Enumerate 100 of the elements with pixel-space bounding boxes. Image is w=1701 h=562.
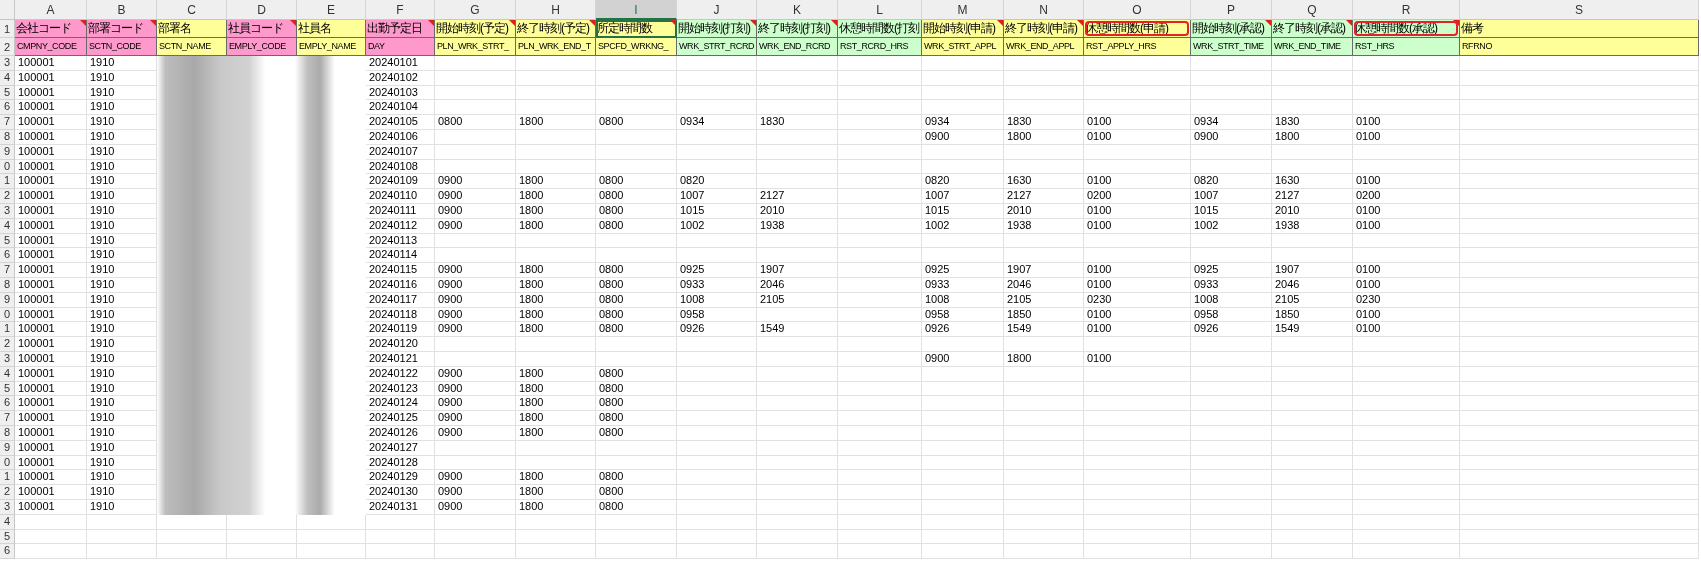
row-number[interactable]: 2 [0,189,15,204]
table-cell: 1800 [1272,130,1353,145]
column-letter[interactable]: S [1460,0,1699,20]
table-cell: 0800 [596,396,677,412]
table-cell: 0900 [435,425,516,441]
row-number[interactable]: 1 [0,322,15,338]
row-number[interactable]: 7 [0,263,15,278]
column-letter[interactable]: G [435,0,516,20]
column-letter[interactable]: I [596,0,677,20]
row-number[interactable]: 6 [0,544,15,560]
table-cell: 1800 [516,425,596,441]
table-cell: 1630 [1272,174,1353,190]
row-number[interactable]: 2 [0,485,15,500]
table-cell: 0800 [596,203,677,219]
table-cell: 0934 [922,115,1004,130]
column-header: 終了時刻(打刻) [757,20,838,38]
table-cell: 0900 [435,322,516,338]
row-number[interactable]: 7 [0,411,15,426]
table-cell: 100001 [15,366,87,382]
table-cell: 0800 [596,470,677,486]
column-letter[interactable]: R [1353,0,1460,20]
table-cell: 0800 [596,263,677,278]
column-letter[interactable]: H [516,0,596,20]
table-cell: 100001 [15,307,87,323]
table-cell: 0800 [596,425,677,441]
row-number[interactable]: 7 [0,115,15,130]
column-header: 休憩時間数(打刻 [838,20,922,38]
table-cell: 20240118 [366,307,435,323]
table-cell: 1800 [516,470,596,486]
column-letter[interactable]: P [1191,0,1272,20]
empty-cell [366,514,435,530]
table-cell: 1830 [757,115,838,130]
table-cell: 1907 [1004,263,1084,278]
empty-cell [87,544,157,560]
empty-cell [297,529,366,545]
table-cell: 1800 [516,203,596,219]
column-letter[interactable]: D [227,0,297,20]
table-cell: 2127 [1272,189,1353,204]
table-cell: 100001 [15,159,87,175]
table-cell: 1907 [1272,263,1353,278]
column-header: 終了時刻(申請) [1004,20,1084,38]
table-cell: 100001 [15,203,87,219]
row-number[interactable]: 3 [0,56,15,71]
row-number[interactable]: 6 [0,396,15,412]
row-number[interactable]: 2 [0,337,15,352]
field-name-cell: EMPLY_NAME [297,38,366,56]
select-all-corner[interactable] [0,0,15,20]
table-cell: 0800 [596,499,677,515]
column-letter[interactable]: F [366,0,435,20]
empty-cell [366,529,435,545]
column-letter[interactable]: J [677,0,757,20]
table-cell: 1015 [677,203,757,219]
table-cell: 0900 [435,203,516,219]
table-cell: 20240131 [366,499,435,515]
field-name-cell: PLN_WRK_STRT_ [435,38,516,56]
table-cell: 20240101 [366,56,435,71]
table-cell: 0100 [1353,218,1460,234]
table-cell: 100001 [15,351,87,367]
row-number[interactable]: 1 [0,470,15,486]
column-letter[interactable]: L [838,0,922,20]
table-cell: 1800 [516,218,596,234]
row-number[interactable]: 6 [0,100,15,116]
table-cell: 0100 [1084,277,1191,293]
table-cell: 1800 [516,381,596,397]
table-cell: 100001 [15,470,87,486]
table-cell: 20240129 [366,470,435,486]
table-cell: 1800 [516,322,596,338]
row-number[interactable]: 2 [0,38,15,56]
table-cell: 1938 [1272,218,1353,234]
column-letter[interactable]: E [297,0,366,20]
table-cell: 0900 [435,499,516,515]
table-cell: 0900 [435,366,516,382]
column-letter[interactable]: N [1004,0,1084,20]
column-letter[interactable]: Q [1272,0,1353,20]
column-header: 所定時間数 [596,20,677,38]
table-cell: 0925 [677,263,757,278]
column-letter[interactable]: M [922,0,1004,20]
column-letter[interactable]: K [757,0,838,20]
table-cell: 20240107 [366,144,435,160]
column-letter[interactable]: A [15,0,87,20]
table-cell: 1800 [516,499,596,515]
row-number[interactable]: 1 [0,174,15,190]
table-cell: 20240114 [366,248,435,264]
column-letter[interactable]: O [1084,0,1191,20]
table-cell: 20240128 [366,455,435,471]
table-cell: 0820 [922,174,1004,190]
column-letter[interactable]: C [157,0,227,20]
table-cell: 0100 [1084,174,1191,190]
table-cell: 0100 [1084,115,1191,130]
table-cell: 0926 [1191,322,1272,338]
empty-cell [227,514,297,530]
table-cell: 0800 [596,485,677,500]
row-number[interactable]: 1 [0,20,15,38]
table-cell: 1938 [1004,218,1084,234]
column-letter[interactable]: B [87,0,157,20]
table-cell: 20240109 [366,174,435,190]
table-cell: 20240125 [366,411,435,426]
table-cell: 100001 [15,115,87,130]
row-number[interactable]: 6 [0,248,15,264]
table-cell: 0100 [1084,322,1191,338]
